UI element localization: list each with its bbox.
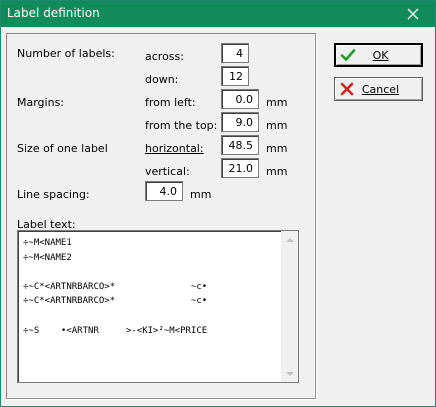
chevron-up-icon (285, 237, 294, 242)
number-of-labels-label: Number of labels: (17, 47, 115, 60)
across-label: across: (145, 50, 184, 63)
label-text-line: ÷~M<NAME2 (23, 252, 72, 263)
label-text-line: ÷~C*<ARTNRBARCO>* ~c• (23, 296, 208, 307)
horizontal-unit: mm (266, 142, 288, 155)
checkmark-icon (340, 49, 356, 61)
from-left-field[interactable]: 0.0 (221, 89, 259, 109)
vertical-scrollbar[interactable] (281, 231, 298, 382)
size-of-label-label: Size of one label (17, 142, 108, 155)
horizontal-label: horizontal: (145, 142, 204, 155)
line-spacing-label: Line spacing: (17, 188, 90, 201)
scroll-up-button[interactable] (281, 231, 298, 248)
label-text-line (23, 309, 207, 324)
from-left-label: from left: (145, 96, 196, 109)
scroll-down-button[interactable] (281, 365, 298, 382)
window-title: Label definition (7, 6, 100, 20)
label-text-area[interactable]: ÷~M<NAME1 ÷~M<NAME2 ÷~C*<ARTNRBARCO>* ~c… (17, 230, 299, 383)
line-spacing-unit: mm (190, 188, 212, 201)
vertical-unit: mm (266, 165, 288, 178)
title-bar: Label definition (1, 1, 435, 27)
x-icon (340, 82, 354, 96)
close-button[interactable] (391, 1, 435, 27)
label-text-line: ÷~C*<ARTNRBARCO>* ~c• (23, 281, 208, 292)
from-top-unit: mm (266, 119, 288, 132)
ok-button-label: OK (372, 48, 389, 62)
label-text-line: ÷~S •<ARTNR >-<KI>²~M<PRICE (23, 325, 208, 336)
ok-button[interactable]: OK (334, 43, 423, 67)
dialog-client: Number of labels: across: 4 down: 12 Mar… (3, 29, 433, 404)
cancel-button[interactable]: Cancel (334, 77, 423, 101)
down-field[interactable]: 12 (221, 66, 249, 86)
vertical-field[interactable]: 21.0 (221, 158, 259, 178)
vertical-label: vertical: (145, 165, 190, 178)
margins-label: Margins: (17, 96, 65, 109)
cancel-button-label: Cancel (361, 82, 400, 96)
label-text-line (23, 265, 207, 280)
chevron-down-icon (285, 371, 294, 376)
across-field[interactable]: 4 (221, 43, 249, 63)
label-text-line: ÷~M<NAME1 (23, 238, 72, 248)
close-icon (407, 8, 419, 20)
down-label: down: (145, 73, 179, 86)
line-spacing-field[interactable]: 4.0 (145, 181, 183, 201)
from-top-field[interactable]: 9.0 (221, 112, 259, 132)
label-text-content: ÷~M<NAME1 ÷~M<NAME2 ÷~C*<ARTNRBARCO>* ~c… (23, 236, 207, 338)
from-left-unit: mm (266, 96, 288, 109)
label-definition-dialog: Label definition Number of labels: acros… (0, 0, 436, 407)
horizontal-field[interactable]: 48.5 (221, 135, 259, 155)
from-top-label: from the top: (145, 119, 218, 132)
